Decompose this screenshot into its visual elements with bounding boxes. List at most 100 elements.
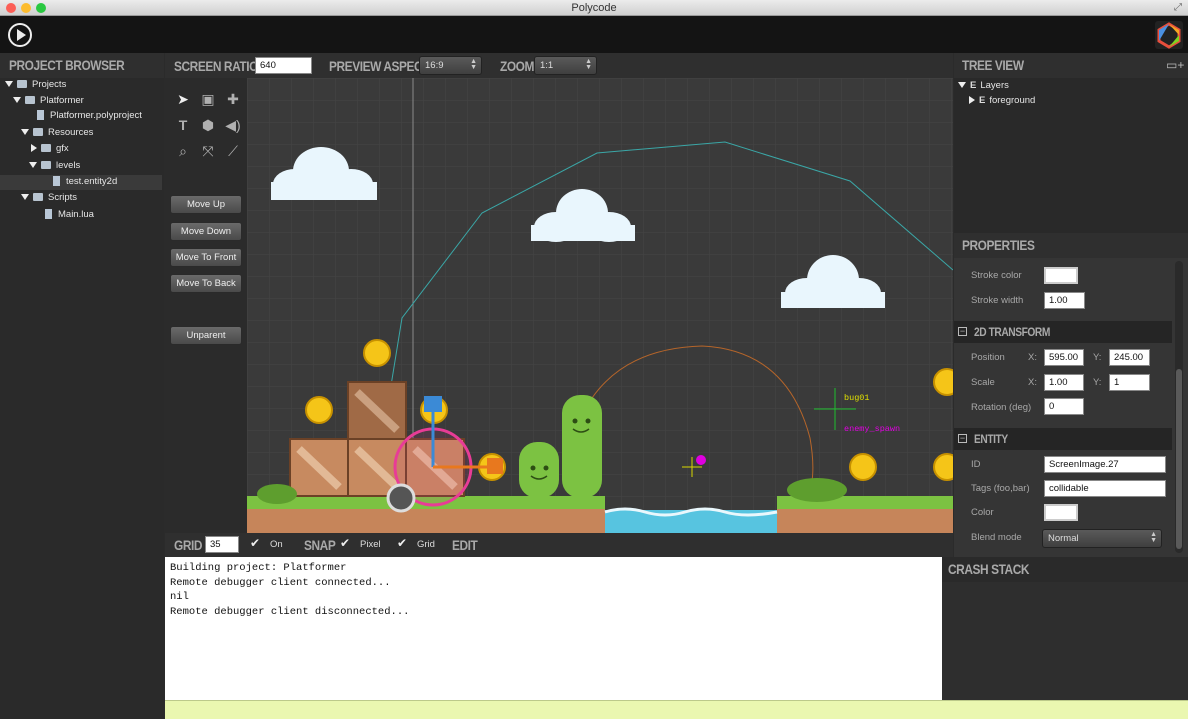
- add-entity-icon[interactable]: ✚: [224, 90, 242, 108]
- edit-label[interactable]: EDIT: [452, 537, 478, 553]
- blend-mode-select[interactable]: Normal ▲ ▼: [1042, 529, 1162, 548]
- green-monster: [519, 442, 559, 498]
- crash-stack-panel: CRASH STACK: [942, 557, 1188, 700]
- tree-item-layers[interactable]: E Layers: [958, 79, 1009, 93]
- play-button[interactable]: [8, 23, 32, 47]
- tree-item-gfx[interactable]: gfx: [31, 142, 69, 156]
- zoom-tool-icon[interactable]: ⌕: [174, 142, 192, 160]
- tree-item-resources[interactable]: Resources: [21, 126, 93, 140]
- move-to-front-button[interactable]: Move To Front: [170, 248, 242, 267]
- collapse-icon: [969, 96, 975, 105]
- expand-icon: [5, 81, 13, 88]
- preview-aspect-label: PREVIEW ASPECT: [329, 58, 430, 74]
- properties-scrollbar[interactable]: [1175, 261, 1183, 553]
- collapse-section-icon: −: [958, 326, 967, 336]
- tags-input[interactable]: collidable: [1044, 480, 1166, 497]
- preview-aspect-select[interactable]: 16:9 ▲ ▼: [419, 56, 482, 75]
- scale-tool-icon[interactable]: ⤧: [199, 142, 217, 160]
- snap-pixel-checkbox[interactable]: ✔: [340, 536, 350, 550]
- unparent-button[interactable]: Unparent: [170, 326, 242, 345]
- tree-item-platformer[interactable]: Platformer: [13, 94, 84, 108]
- folder-icon: [41, 144, 51, 153]
- tree-item-test-entity2d[interactable]: test.entity2d: [53, 175, 117, 189]
- folder-icon: [33, 193, 43, 202]
- project-browser-panel: PROJECT BROWSER Projects Platformer Plat…: [0, 53, 164, 719]
- tree-item-main-lua[interactable]: Main.lua: [45, 208, 94, 222]
- polycode-logo: [1155, 21, 1183, 49]
- stroke-width-input[interactable]: 1.00: [1044, 292, 1085, 309]
- folder-icon: [33, 128, 43, 137]
- scene-svg: bug01 enemy_spawn: [247, 78, 953, 533]
- position-label: Position: [971, 352, 1005, 363]
- rotation-input[interactable]: 0: [1044, 398, 1084, 415]
- position-y-label: Y:: [1093, 352, 1102, 363]
- updown-arrow-icon: ▲ ▼: [585, 58, 592, 71]
- grid-size-input[interactable]: 35: [205, 536, 239, 553]
- tree-view-panel: TREE VIEW ▭+ E Layers Eforeground: [954, 53, 1188, 233]
- file-icon: [53, 176, 60, 187]
- link-tool-icon[interactable]: ⟋: [224, 142, 242, 160]
- crate: [347, 381, 407, 441]
- entity-icon: E: [970, 80, 977, 91]
- expand-icon: [13, 97, 21, 104]
- zoom-select[interactable]: 1:1 ▲ ▼: [534, 56, 597, 75]
- entity-section-title: ENTITY: [974, 432, 1008, 446]
- screen-ratio-input[interactable]: 640: [255, 57, 312, 74]
- color-swatch[interactable]: [1044, 504, 1078, 521]
- updown-arrow-icon: ▲ ▼: [1150, 531, 1157, 544]
- crate: [289, 438, 349, 497]
- move-up-button[interactable]: Move Up: [170, 195, 242, 214]
- tree-item-levels[interactable]: levels: [29, 159, 80, 173]
- hexagon-logo-icon: [1157, 22, 1181, 49]
- entity-section-header[interactable]: − ENTITY: [954, 428, 1172, 450]
- zoom-window-button[interactable]: [36, 3, 46, 13]
- move-down-button[interactable]: Move Down: [170, 222, 242, 241]
- add-layer-icon[interactable]: ▭+: [1166, 58, 1184, 72]
- transform-section-header[interactable]: − 2D TRANSFORM: [954, 321, 1172, 343]
- collapse-icon: [31, 144, 37, 153]
- minimize-window-button[interactable]: [21, 3, 31, 13]
- bug-label: bug01: [844, 393, 870, 403]
- console-output[interactable]: Building project: Platformer Remote debu…: [165, 557, 942, 700]
- project-icon: [25, 96, 35, 105]
- project-browser-title: PROJECT BROWSER: [9, 57, 125, 73]
- tree-item-projects[interactable]: Projects: [5, 78, 66, 92]
- window-titlebar: Polycode ⤢: [0, 0, 1188, 16]
- shape-tool-icon[interactable]: ⬢: [199, 116, 217, 134]
- console-input[interactable]: [165, 700, 1188, 719]
- main-toolbar: [0, 16, 1188, 53]
- tree-item-polyproject[interactable]: Platformer.polyproject: [37, 109, 142, 123]
- stroke-color-swatch[interactable]: [1044, 267, 1078, 284]
- id-input[interactable]: ScreenImage.27: [1044, 456, 1166, 473]
- text-tool-icon[interactable]: T: [174, 116, 192, 134]
- move-to-back-button[interactable]: Move To Back: [170, 274, 242, 293]
- tree-item-scripts[interactable]: Scripts: [21, 191, 77, 205]
- position-x-input[interactable]: 595.00: [1044, 349, 1084, 366]
- tree-item-foreground[interactable]: Eforeground: [969, 94, 1035, 108]
- grid-on-checkbox[interactable]: ✔: [250, 536, 260, 550]
- scene-canvas[interactable]: bug01 enemy_spawn: [247, 78, 953, 533]
- updown-arrow-icon: ▲ ▼: [470, 58, 477, 71]
- editor-toolbar: SCREEN RATIO 640 PREVIEW ASPECT 16:9 ▲ ▼ Z…: [165, 53, 953, 78]
- position-y-input[interactable]: 245.00: [1109, 349, 1150, 366]
- expand-icon: [29, 162, 37, 169]
- fullscreen-icon[interactable]: ⤢: [1174, 0, 1182, 16]
- entity-icon: E: [979, 95, 986, 106]
- sound-tool-icon[interactable]: ◀): [224, 116, 242, 134]
- image-tool-icon[interactable]: ▣: [199, 90, 217, 108]
- color-label: Color: [971, 507, 994, 518]
- grid-label: GRID: [174, 537, 203, 553]
- snap-grid-checkbox[interactable]: ✔: [397, 536, 407, 550]
- green-monster: [562, 395, 602, 498]
- scale-y-input[interactable]: 1: [1109, 374, 1150, 391]
- grid-on-label: On: [270, 539, 283, 550]
- screen-ratio-label: SCREEN RATIO: [174, 58, 258, 74]
- select-arrow-icon[interactable]: ➤: [174, 90, 192, 108]
- tree-view-title: TREE VIEW: [962, 57, 1024, 73]
- close-window-button[interactable]: [6, 3, 16, 13]
- stroke-width-label: Stroke width: [971, 295, 1024, 306]
- scale-x-input[interactable]: 1.00: [1044, 374, 1084, 391]
- file-icon: [37, 110, 44, 121]
- folder-icon: [41, 161, 51, 170]
- console-line: Remote debugger client connected...: [170, 576, 391, 589]
